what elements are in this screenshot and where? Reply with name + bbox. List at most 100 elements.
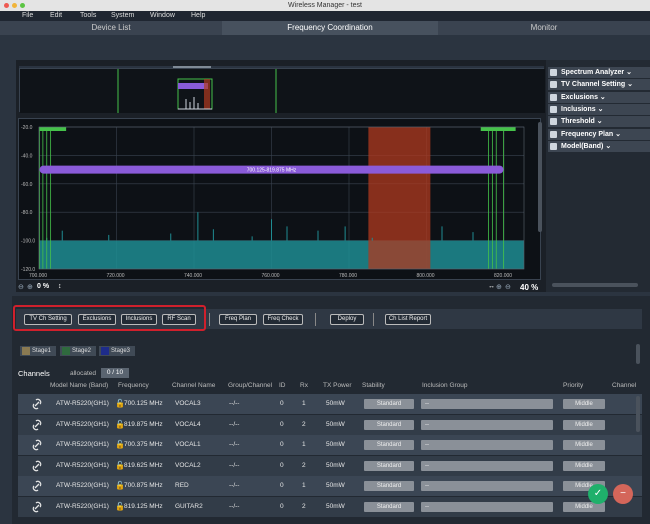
frequency[interactable]: 700.375 MHz [124, 435, 163, 455]
tx-power[interactable]: 50mW [326, 435, 345, 455]
frequency[interactable]: 819.125 MHz [124, 497, 163, 517]
horizontal-zoom-icon[interactable]: ↔ [488, 283, 495, 290]
stability-select[interactable]: Standard [364, 501, 414, 512]
link-icon[interactable] [30, 418, 44, 432]
deploy-button[interactable]: Deploy [330, 314, 364, 325]
group-channel[interactable]: --/-- [229, 415, 239, 435]
channels-scrollbar[interactable] [636, 396, 640, 432]
link-icon[interactable] [30, 459, 44, 473]
minimize-window-icon[interactable] [12, 3, 17, 8]
checkbox-icon[interactable] [550, 69, 557, 76]
spectrum-plot[interactable]: -20.0 -40.0 -60.0 -80.0 -100.0 -120.0 700.000 7… [18, 118, 541, 280]
freq-plan-button[interactable]: Freq Plan [219, 314, 257, 325]
stage-scrollbar[interactable] [636, 344, 640, 364]
table-row[interactable]: ATW-R5220(GH1) 🔓 700.875 MHz RED --/-- 0 1 50mW… [18, 476, 642, 496]
tx-power[interactable]: 50mW [326, 394, 345, 414]
column-header[interactable]: Frequency [118, 382, 149, 389]
table-row[interactable]: ATW-R5220(GH1) 🔓 819.125 MHz GUITAR2 --/-- 0 2… [18, 496, 642, 517]
checkbox-icon[interactable] [550, 81, 557, 89]
inclusion-group-select[interactable]: -- [421, 440, 553, 450]
sidebar-toggle[interactable]: TV Channel Setting ⌄ [548, 79, 650, 91]
table-row[interactable]: ATW-R5220(GH1) 🔓 819.875 MHz VOCAL4 --/-- 0 2 5… [18, 414, 642, 435]
inclusion-group-select[interactable]: -- [421, 460, 553, 471]
group-channel[interactable]: --/-- [229, 435, 239, 455]
column-header[interactable]: Channel Name [172, 382, 215, 389]
stability-select[interactable]: Standard [364, 481, 414, 491]
zoom-in-icon[interactable]: ⊕ [27, 283, 33, 291]
stability-select[interactable]: Standard [364, 440, 414, 450]
channel-name[interactable]: VOCAL3 [175, 394, 201, 414]
frequency[interactable]: 700.125 MHz [124, 394, 163, 414]
stage-2[interactable]: Stage2 [60, 346, 96, 356]
group-channel[interactable]: --/-- [229, 394, 239, 414]
priority-select[interactable]: Middle [563, 440, 605, 450]
priority-select[interactable]: Middle [563, 419, 605, 430]
sidebar-toggle[interactable]: Frequency Plan ⌄ [548, 128, 650, 140]
column-header[interactable]: Stability [362, 382, 385, 389]
zoom-out-right-icon[interactable]: ⊖ [505, 283, 511, 291]
zoom-in-right-icon[interactable]: ⊕ [496, 283, 502, 291]
column-header[interactable]: Priority [563, 382, 583, 389]
close-window-icon[interactable] [4, 3, 9, 8]
priority-select[interactable]: Middle [563, 399, 605, 409]
inclusion-group-select[interactable]: -- [421, 399, 553, 409]
inclusion-group-select[interactable]: -- [421, 419, 553, 430]
priority-select[interactable]: Middle [563, 460, 605, 471]
tx-power[interactable]: 50mW [326, 476, 345, 496]
menu-tools[interactable]: Tools [80, 11, 96, 21]
tab-device-list[interactable]: Device List [0, 21, 222, 35]
group-channel[interactable]: --/-- [229, 497, 239, 517]
channel-name[interactable]: VOCAL2 [175, 456, 201, 476]
link-icon[interactable] [30, 438, 44, 452]
channel-name[interactable]: GUITAR2 [175, 497, 203, 517]
zoom-out-icon[interactable]: ⊖ [18, 283, 24, 291]
sidebar-toggle[interactable]: Inclusions ⌄ [548, 103, 650, 115]
tx-power[interactable]: 50mW [326, 497, 345, 517]
tab-frequency-coordination[interactable]: Frequency Coordination [222, 21, 438, 35]
column-header[interactable]: Inclusion Group [422, 382, 468, 389]
checkbox-icon[interactable] [550, 142, 557, 150]
column-header[interactable]: Group/Channel [228, 382, 272, 389]
sidebar-toggle[interactable]: Exclusions ⌄ [548, 91, 650, 103]
table-row[interactable]: ATW-R5220(GH1) 🔓 819.625 MHz VOCAL2 --/-- 0 2 5… [18, 455, 642, 476]
channel-name[interactable]: RED [175, 476, 189, 496]
sidebar-toggle[interactable]: Model(Band) ⌄ [548, 140, 650, 152]
channel-name[interactable]: VOCAL4 [175, 415, 201, 435]
freq-check-button[interactable]: Freq Check [263, 314, 303, 325]
spectrum-overview[interactable] [19, 68, 545, 113]
channel-name[interactable]: VOCAL1 [175, 435, 201, 455]
tx-power[interactable]: 50mW [326, 456, 345, 476]
frequency[interactable]: 819.875 MHz [124, 415, 163, 435]
ch-list-report-button[interactable]: Ch List Report [385, 314, 431, 325]
frequency[interactable]: 819.625 MHz [124, 456, 163, 476]
menu-edit[interactable]: Edit [50, 11, 62, 21]
stability-select[interactable]: Standard [364, 460, 414, 471]
sidebar-toggle[interactable]: Spectrum Analyzer ⌄ [548, 67, 650, 78]
column-header[interactable]: Channel [612, 382, 636, 389]
maximize-window-icon[interactable] [20, 3, 25, 8]
sidebar-scrollbar[interactable] [552, 283, 638, 287]
checkbox-icon[interactable] [550, 118, 557, 126]
table-row[interactable]: ATW-R5220(GH1) 🔓 700.375 MHz VOCAL1 --/-- 0 1 5… [18, 435, 642, 455]
checkbox-icon[interactable] [550, 93, 557, 101]
vertical-zoom-icon[interactable]: ↕ [58, 283, 62, 290]
column-header[interactable]: Rx [300, 382, 308, 389]
menu-window[interactable]: Window [150, 11, 175, 21]
column-header[interactable]: ID [279, 382, 286, 389]
stability-select[interactable]: Standard [364, 419, 414, 430]
menu-help[interactable]: Help [191, 11, 205, 21]
plot-scrollbar[interactable] [538, 122, 542, 232]
table-row[interactable]: ATW-R5220(GH1) 🔓 700.125 MHz VOCAL3 --/-- 0 1 5… [18, 394, 642, 414]
checkbox-icon[interactable] [550, 105, 557, 113]
inclusion-group-select[interactable]: -- [421, 501, 553, 512]
checkbox-icon[interactable] [550, 130, 557, 138]
column-header[interactable]: TX Power [323, 382, 352, 389]
stability-select[interactable]: Standard [364, 399, 414, 409]
column-header[interactable]: Model Name (Band) [50, 382, 108, 389]
link-icon[interactable] [30, 479, 44, 493]
group-channel[interactable]: --/-- [229, 456, 239, 476]
tx-power[interactable]: 50mW [326, 415, 345, 435]
check-fab-icon[interactable]: ✓ [588, 484, 608, 504]
stage-3[interactable]: Stage3 [99, 346, 135, 356]
frequency[interactable]: 700.875 MHz [124, 476, 163, 496]
